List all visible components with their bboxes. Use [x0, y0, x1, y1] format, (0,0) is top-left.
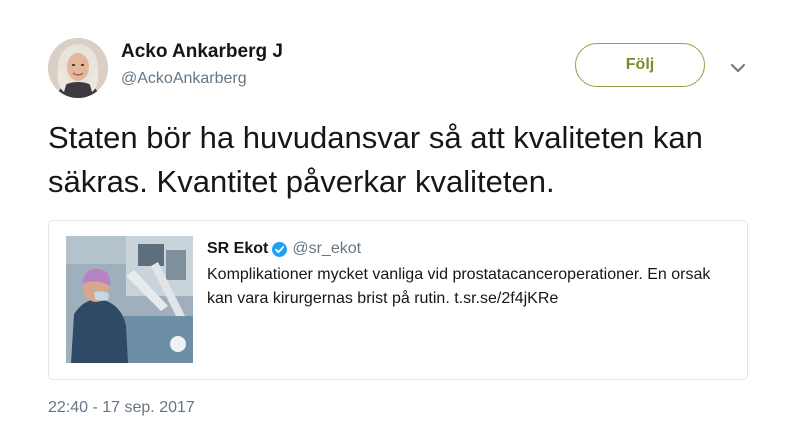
avatar-image	[48, 38, 108, 98]
quoted-tweet-text: Komplikationer mycket vanliga vid prosta…	[207, 266, 711, 307]
quoted-tweet-media[interactable]	[66, 236, 193, 363]
surgery-photo-image	[66, 236, 193, 363]
verified-badge-icon	[272, 241, 288, 257]
quoted-author-handle[interactable]: @sr_ekot	[292, 240, 361, 258]
quoted-author-name[interactable]: SR Ekot	[207, 240, 268, 258]
tweet-timestamp[interactable]: 22:40 - 17 sep. 2017	[48, 399, 195, 417]
follow-button[interactable]: Följ	[575, 43, 705, 87]
author-name[interactable]: Acko Ankarberg J	[121, 41, 283, 63]
chevron-down-icon	[731, 64, 745, 72]
tweet-text: Staten bör ha huvudansvar så att kvalite…	[48, 120, 703, 199]
quoted-tweet-card[interactable]: SR Ekot @sr_ekot Komplikationer mycket v…	[48, 220, 748, 380]
author-avatar[interactable]	[48, 38, 108, 98]
author-handle[interactable]: @AckoAnkarberg	[121, 70, 247, 88]
quoted-tweet-header: SR Ekot @sr_ekot	[207, 240, 361, 258]
more-options-button[interactable]	[727, 60, 749, 76]
